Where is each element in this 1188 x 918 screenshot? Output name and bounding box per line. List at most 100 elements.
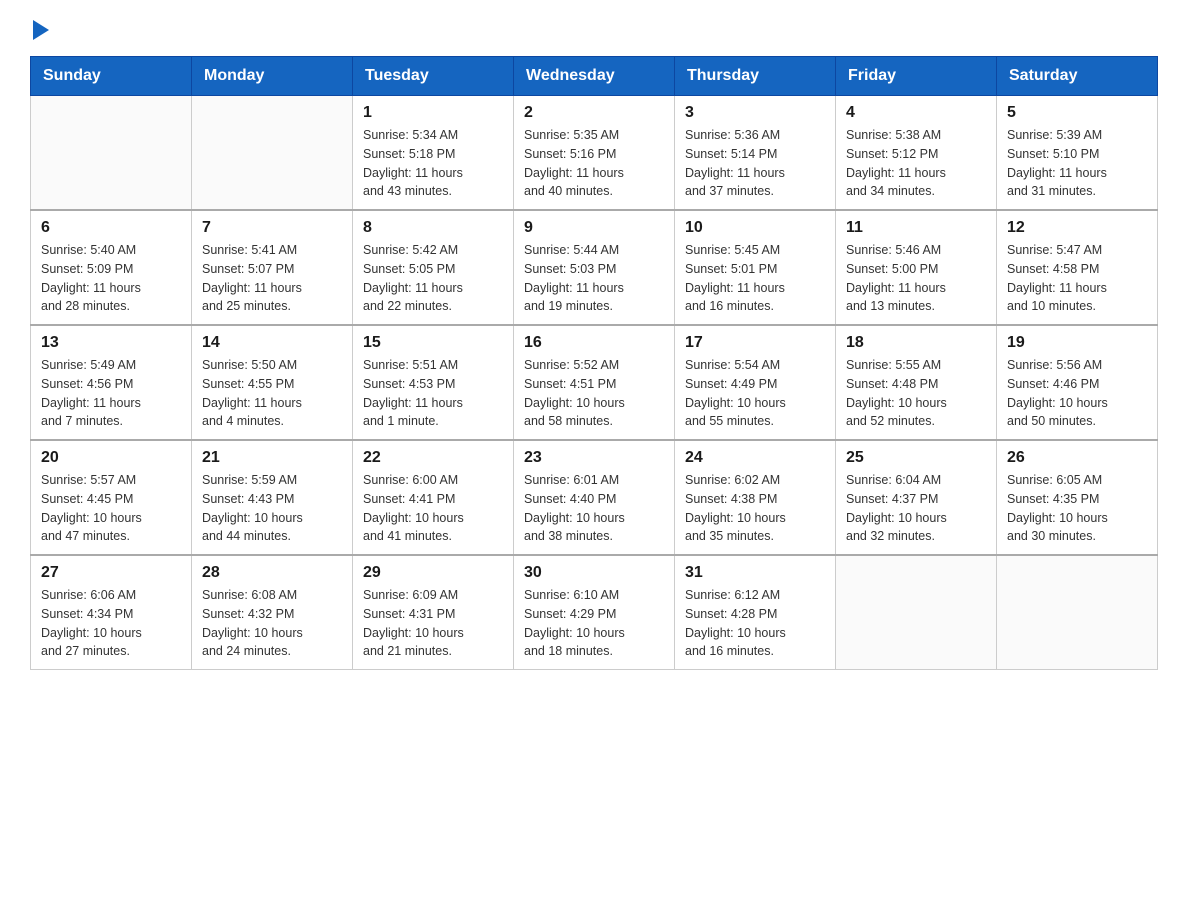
calendar-cell: 17Sunrise: 5:54 AM Sunset: 4:49 PM Dayli… (675, 325, 836, 440)
day-info: Sunrise: 5:56 AM Sunset: 4:46 PM Dayligh… (1007, 356, 1147, 431)
calendar-cell (836, 555, 997, 670)
calendar-header-friday: Friday (836, 57, 997, 96)
calendar-header-thursday: Thursday (675, 57, 836, 96)
logo-arrow-icon (33, 20, 49, 40)
day-number: 1 (363, 104, 503, 122)
calendar-cell: 11 Sunrise: 5:46 AM Sunset: 5:00 PM Dayli… (836, 210, 997, 325)
day-number: 5 (1007, 104, 1147, 122)
day-number: 4 (846, 104, 986, 122)
calendar-cell: 21Sunrise: 5:59 AM Sunset: 4:43 PM Dayli… (192, 440, 353, 555)
calendar-cell: 3 Sunrise: 5:36 AM Sunset: 5:14 PM Daylig… (675, 96, 836, 211)
calendar-header-wednesday: Wednesday (514, 57, 675, 96)
day-number: 22 (363, 449, 503, 467)
calendar-cell: 4 Sunrise: 5:38 AM Sunset: 5:12 PM Daylig… (836, 96, 997, 211)
day-info: Sunrise: 6:06 AM Sunset: 4:34 PM Dayligh… (41, 586, 181, 661)
calendar-cell: 12 Sunrise: 5:47 AM Sunset: 4:58 PM Dayli… (997, 210, 1158, 325)
day-info: Sunrise: 5:47 AM Sunset: 4:58 PM Dayligh… (1007, 241, 1147, 316)
day-info: Sunrise: 5:41 AM Sunset: 5:07 PM Dayligh… (202, 241, 342, 316)
day-info: Sunrise: 5:59 AM Sunset: 4:43 PM Dayligh… (202, 471, 342, 546)
day-info: Sunrise: 5:34 AM Sunset: 5:18 PM Dayligh… (363, 126, 503, 201)
day-number: 24 (685, 449, 825, 467)
calendar-cell: 9 Sunrise: 5:44 AM Sunset: 5:03 PM Daylig… (514, 210, 675, 325)
day-info: Sunrise: 5:57 AM Sunset: 4:45 PM Dayligh… (41, 471, 181, 546)
calendar-cell (192, 96, 353, 211)
day-info: Sunrise: 6:08 AM Sunset: 4:32 PM Dayligh… (202, 586, 342, 661)
day-info: Sunrise: 5:39 AM Sunset: 5:10 PM Dayligh… (1007, 126, 1147, 201)
day-info: Sunrise: 5:50 AM Sunset: 4:55 PM Dayligh… (202, 356, 342, 431)
day-number: 25 (846, 449, 986, 467)
logo (30, 20, 49, 38)
calendar-header-sunday: Sunday (31, 57, 192, 96)
calendar-cell: 1 Sunrise: 5:34 AM Sunset: 5:18 PM Daylig… (353, 96, 514, 211)
calendar-week-row: 13 Sunrise: 5:49 AM Sunset: 4:56 PM Dayli… (31, 325, 1158, 440)
day-number: 14 (202, 334, 342, 352)
day-number: 13 (41, 334, 181, 352)
calendar-cell: 16 Sunrise: 5:52 AM Sunset: 4:51 PM Dayli… (514, 325, 675, 440)
calendar-table: SundayMondayTuesdayWednesdayThursdayFrid… (30, 56, 1158, 670)
day-info: Sunrise: 6:02 AM Sunset: 4:38 PM Dayligh… (685, 471, 825, 546)
calendar-cell: 20Sunrise: 5:57 AM Sunset: 4:45 PM Dayli… (31, 440, 192, 555)
day-info: Sunrise: 5:45 AM Sunset: 5:01 PM Dayligh… (685, 241, 825, 316)
day-info: Sunrise: 6:04 AM Sunset: 4:37 PM Dayligh… (846, 471, 986, 546)
day-info: Sunrise: 5:52 AM Sunset: 4:51 PM Dayligh… (524, 356, 664, 431)
day-number: 29 (363, 564, 503, 582)
day-info: Sunrise: 6:09 AM Sunset: 4:31 PM Dayligh… (363, 586, 503, 661)
day-number: 16 (524, 334, 664, 352)
calendar-cell: 15Sunrise: 5:51 AM Sunset: 4:53 PM Dayli… (353, 325, 514, 440)
day-info: Sunrise: 6:05 AM Sunset: 4:35 PM Dayligh… (1007, 471, 1147, 546)
calendar-cell: 18 Sunrise: 5:55 AM Sunset: 4:48 PM Dayli… (836, 325, 997, 440)
day-info: Sunrise: 5:44 AM Sunset: 5:03 PM Dayligh… (524, 241, 664, 316)
calendar-cell: 26 Sunrise: 6:05 AM Sunset: 4:35 PM Dayli… (997, 440, 1158, 555)
calendar-week-row: 27 Sunrise: 6:06 AM Sunset: 4:34 PM Dayli… (31, 555, 1158, 670)
day-number: 27 (41, 564, 181, 582)
calendar-cell: 19 Sunrise: 5:56 AM Sunset: 4:46 PM Dayli… (997, 325, 1158, 440)
calendar-header-saturday: Saturday (997, 57, 1158, 96)
day-number: 8 (363, 219, 503, 237)
page-header (30, 20, 1158, 38)
calendar-cell: 8 Sunrise: 5:42 AM Sunset: 5:05 PM Daylig… (353, 210, 514, 325)
calendar-cell: 30 Sunrise: 6:10 AM Sunset: 4:29 PM Dayli… (514, 555, 675, 670)
day-info: Sunrise: 5:51 AM Sunset: 4:53 PM Dayligh… (363, 356, 503, 431)
day-number: 18 (846, 334, 986, 352)
day-info: Sunrise: 5:35 AM Sunset: 5:16 PM Dayligh… (524, 126, 664, 201)
calendar-week-row: 20Sunrise: 5:57 AM Sunset: 4:45 PM Dayli… (31, 440, 1158, 555)
calendar-cell: 7 Sunrise: 5:41 AM Sunset: 5:07 PM Daylig… (192, 210, 353, 325)
calendar-cell: 10Sunrise: 5:45 AM Sunset: 5:01 PM Dayli… (675, 210, 836, 325)
day-info: Sunrise: 6:12 AM Sunset: 4:28 PM Dayligh… (685, 586, 825, 661)
day-info: Sunrise: 5:54 AM Sunset: 4:49 PM Dayligh… (685, 356, 825, 431)
day-number: 19 (1007, 334, 1147, 352)
day-number: 28 (202, 564, 342, 582)
day-number: 26 (1007, 449, 1147, 467)
day-number: 11 (846, 219, 986, 237)
calendar-cell: 24 Sunrise: 6:02 AM Sunset: 4:38 PM Dayli… (675, 440, 836, 555)
calendar-cell: 27 Sunrise: 6:06 AM Sunset: 4:34 PM Dayli… (31, 555, 192, 670)
calendar-cell: 14 Sunrise: 5:50 AM Sunset: 4:55 PM Dayli… (192, 325, 353, 440)
calendar-cell (31, 96, 192, 211)
calendar-cell: 2Sunrise: 5:35 AM Sunset: 5:16 PM Daylig… (514, 96, 675, 211)
day-info: Sunrise: 6:00 AM Sunset: 4:41 PM Dayligh… (363, 471, 503, 546)
day-info: Sunrise: 5:46 AM Sunset: 5:00 PM Dayligh… (846, 241, 986, 316)
calendar-header-monday: Monday (192, 57, 353, 96)
calendar-header-row: SundayMondayTuesdayWednesdayThursdayFrid… (31, 57, 1158, 96)
day-info: Sunrise: 5:42 AM Sunset: 5:05 PM Dayligh… (363, 241, 503, 316)
day-info: Sunrise: 6:10 AM Sunset: 4:29 PM Dayligh… (524, 586, 664, 661)
day-info: Sunrise: 5:40 AM Sunset: 5:09 PM Dayligh… (41, 241, 181, 316)
calendar-header-tuesday: Tuesday (353, 57, 514, 96)
day-number: 7 (202, 219, 342, 237)
day-info: Sunrise: 5:49 AM Sunset: 4:56 PM Dayligh… (41, 356, 181, 431)
day-info: Sunrise: 5:36 AM Sunset: 5:14 PM Dayligh… (685, 126, 825, 201)
day-number: 30 (524, 564, 664, 582)
day-number: 3 (685, 104, 825, 122)
calendar-cell: 13 Sunrise: 5:49 AM Sunset: 4:56 PM Dayli… (31, 325, 192, 440)
calendar-week-row: 1 Sunrise: 5:34 AM Sunset: 5:18 PM Daylig… (31, 96, 1158, 211)
day-info: Sunrise: 5:55 AM Sunset: 4:48 PM Dayligh… (846, 356, 986, 431)
day-number: 9 (524, 219, 664, 237)
day-number: 23 (524, 449, 664, 467)
day-info: Sunrise: 5:38 AM Sunset: 5:12 PM Dayligh… (846, 126, 986, 201)
calendar-cell: 28 Sunrise: 6:08 AM Sunset: 4:32 PM Dayli… (192, 555, 353, 670)
day-number: 12 (1007, 219, 1147, 237)
calendar-cell (997, 555, 1158, 670)
calendar-cell: 31 Sunrise: 6:12 AM Sunset: 4:28 PM Dayli… (675, 555, 836, 670)
day-info: Sunrise: 6:01 AM Sunset: 4:40 PM Dayligh… (524, 471, 664, 546)
day-number: 31 (685, 564, 825, 582)
